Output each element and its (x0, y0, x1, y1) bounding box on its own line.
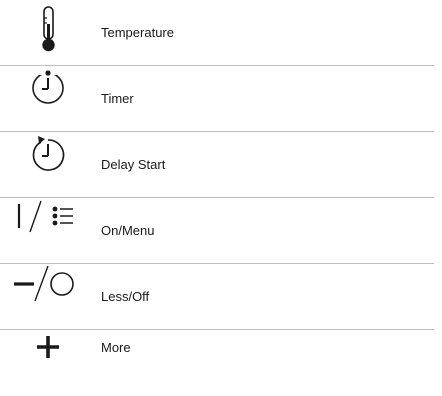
plus-icon (0, 330, 90, 396)
control-legend: Temperature Timer Delay Start On/Menu Le… (0, 0, 442, 378)
legend-row-delay-start: Delay Start (0, 132, 442, 198)
legend-label-on-menu: On/Menu (101, 223, 155, 238)
less-off-icon (0, 264, 90, 330)
legend-row-temperature: Temperature (0, 0, 442, 66)
legend-label-delay-start: Delay Start (101, 157, 166, 172)
legend-label-less-off: Less/Off (101, 289, 150, 304)
legend-label-more: More (101, 340, 131, 355)
delay-start-icon (0, 132, 90, 198)
legend-label-timer: Timer (101, 91, 134, 106)
legend-label-temperature: Temperature (101, 25, 174, 40)
timer-icon (0, 66, 90, 132)
on-menu-icon (0, 198, 90, 264)
thermometer-icon (0, 0, 90, 66)
legend-row-less-off: Less/Off (0, 264, 442, 330)
legend-row-on-menu: On/Menu (0, 198, 442, 264)
legend-row-more: More (0, 330, 442, 396)
legend-row-timer: Timer (0, 66, 442, 132)
